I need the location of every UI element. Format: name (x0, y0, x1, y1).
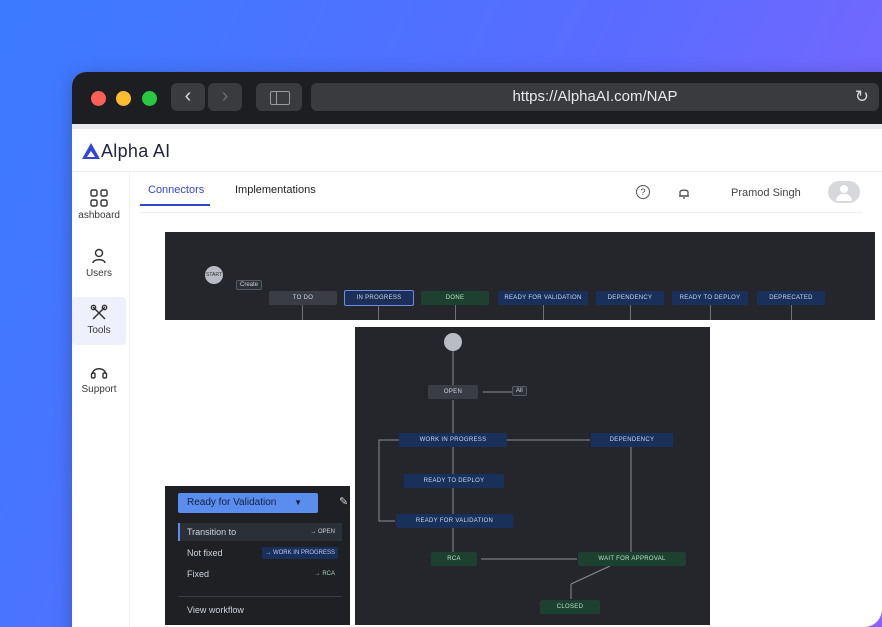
sidebar-item-support[interactable]: Support (72, 356, 126, 404)
headset-icon (90, 368, 108, 379)
sidebar-item-users[interactable]: Users (72, 240, 126, 288)
connector-line (630, 305, 631, 320)
node-closed: CLOSED (540, 600, 600, 614)
sidebar-item-dashboard[interactable]: ashboard (72, 182, 126, 230)
workflow-diagram-image: OPEN All WORK IN PROGRESS DEPENDENCY REA… (355, 327, 710, 625)
menu-item-target: → OPEN (310, 529, 335, 535)
tab-implementations[interactable]: Implementations (235, 184, 316, 196)
connector-line (710, 305, 711, 320)
brand-name: Alpha AI (101, 141, 171, 161)
menu-item-view-workflow: View workflow (178, 601, 342, 619)
status-dependency: DEPENDENCY (596, 291, 664, 305)
pencil-icon: ✎ (339, 496, 349, 508)
forward-button[interactable]: › (208, 83, 242, 111)
node-rca: RCA (431, 552, 477, 566)
address-bar[interactable]: https://AlphaAI.com/NAP ↻ (311, 83, 879, 111)
maximize-window-button[interactable] (142, 91, 157, 106)
reload-icon[interactable]: ↻ (855, 83, 869, 111)
sidebar-icon (270, 91, 290, 105)
menu-item-transition: Transition to → OPEN (178, 523, 342, 541)
workflow-status-bar-image: START Create TO DO IN PROGRESS DONE READ… (165, 232, 875, 320)
menu-item-target: → RCA (314, 571, 335, 577)
sidebar-item-label: Users (85, 268, 113, 279)
status-todo: TO DO (269, 291, 337, 305)
app-content: Alpha AI ashboard Users Tools Support Co… (72, 129, 882, 627)
browser-toolbar: ‹ › https://AlphaAI.com/NAP ↻ (72, 72, 882, 124)
connector-line (455, 305, 456, 320)
status-done: DONE (421, 291, 489, 305)
status-in-progress: IN PROGRESS (344, 290, 414, 306)
sidebar-item-label: ashboard (78, 210, 120, 221)
avatar[interactable] (828, 181, 860, 203)
start-node: START (205, 266, 223, 284)
tab-connectors[interactable]: Connectors (139, 184, 211, 206)
start-node (444, 333, 462, 351)
header-divider (72, 171, 882, 172)
status-ready-for-validation: READY FOR VALIDATION (498, 291, 588, 305)
menu-divider (178, 596, 342, 597)
sidebar-item-label: Tools (87, 325, 111, 336)
menu-item-fixed: Fixed → RCA (178, 565, 342, 583)
caret-down-icon: ▼ (294, 498, 302, 507)
status-dropdown: Ready for Validation ▼ (178, 493, 318, 513)
close-window-button[interactable] (91, 91, 106, 106)
back-button[interactable]: ‹ (171, 83, 205, 111)
sidebar-item-label: Support (81, 384, 117, 395)
chevron-right-icon: › (221, 85, 229, 107)
menu-item-label: Not fixed (187, 548, 223, 558)
connector-line (378, 305, 379, 320)
sidebar-item-tools[interactable]: Tools (72, 297, 126, 345)
background-frame: ‹ › https://AlphaAI.com/NAP ↻ Alpha AI a… (0, 0, 882, 627)
browser-window: ‹ › https://AlphaAI.com/NAP ↻ Alpha AI a… (72, 72, 882, 627)
brand-logo[interactable]: Alpha AI (82, 141, 170, 162)
bell-icon[interactable] (676, 185, 692, 201)
create-label: Create (236, 280, 263, 290)
user-icon (92, 248, 106, 264)
sidebar: ashboard Users Tools Support (72, 172, 130, 627)
menu-item-not-fixed: Not fixed → WORK IN PROGRESS (178, 544, 342, 562)
connector-line (302, 305, 303, 320)
url-text: https://AlphaAI.com/NAP (512, 88, 678, 105)
chevron-left-icon: ‹ (184, 85, 192, 107)
status-ready-to-deploy: READY TO DEPLOY (672, 291, 748, 305)
node-work-in-progress: WORK IN PROGRESS (399, 433, 507, 447)
alpha-logo-icon (82, 143, 100, 159)
status-menu-image: Ready for Validation ▼ ✎ Transition to →… (165, 486, 350, 625)
node-all: All (512, 386, 527, 396)
menu-item-target: → WORK IN PROGRESS (262, 547, 338, 559)
connector-line (791, 305, 792, 320)
status-deprecated: DEPRECATED (757, 291, 825, 305)
tab-divider (140, 212, 862, 213)
node-open: OPEN (428, 385, 478, 399)
connector-line (543, 305, 544, 320)
node-ready-for-validation: READY FOR VALIDATION (396, 514, 513, 528)
sidebar-toggle-button[interactable] (256, 83, 302, 111)
menu-item-label: Fixed (187, 569, 210, 579)
node-wait-for-approval: WAIT FOR APPROVAL (578, 552, 686, 566)
node-dependency: DEPENDENCY (591, 433, 673, 447)
menu-item-label: Transition to (187, 527, 237, 537)
grid-icon (90, 189, 108, 207)
menu-item-label: View workflow (187, 605, 244, 615)
help-icon[interactable]: ? (636, 185, 650, 199)
user-name[interactable]: Pramod Singh (731, 187, 801, 199)
tools-icon (90, 304, 108, 320)
node-ready-to-deploy: READY TO DEPLOY (404, 474, 504, 488)
minimize-window-button[interactable] (116, 91, 131, 106)
status-dropdown-label: Ready for Validation (187, 497, 277, 508)
